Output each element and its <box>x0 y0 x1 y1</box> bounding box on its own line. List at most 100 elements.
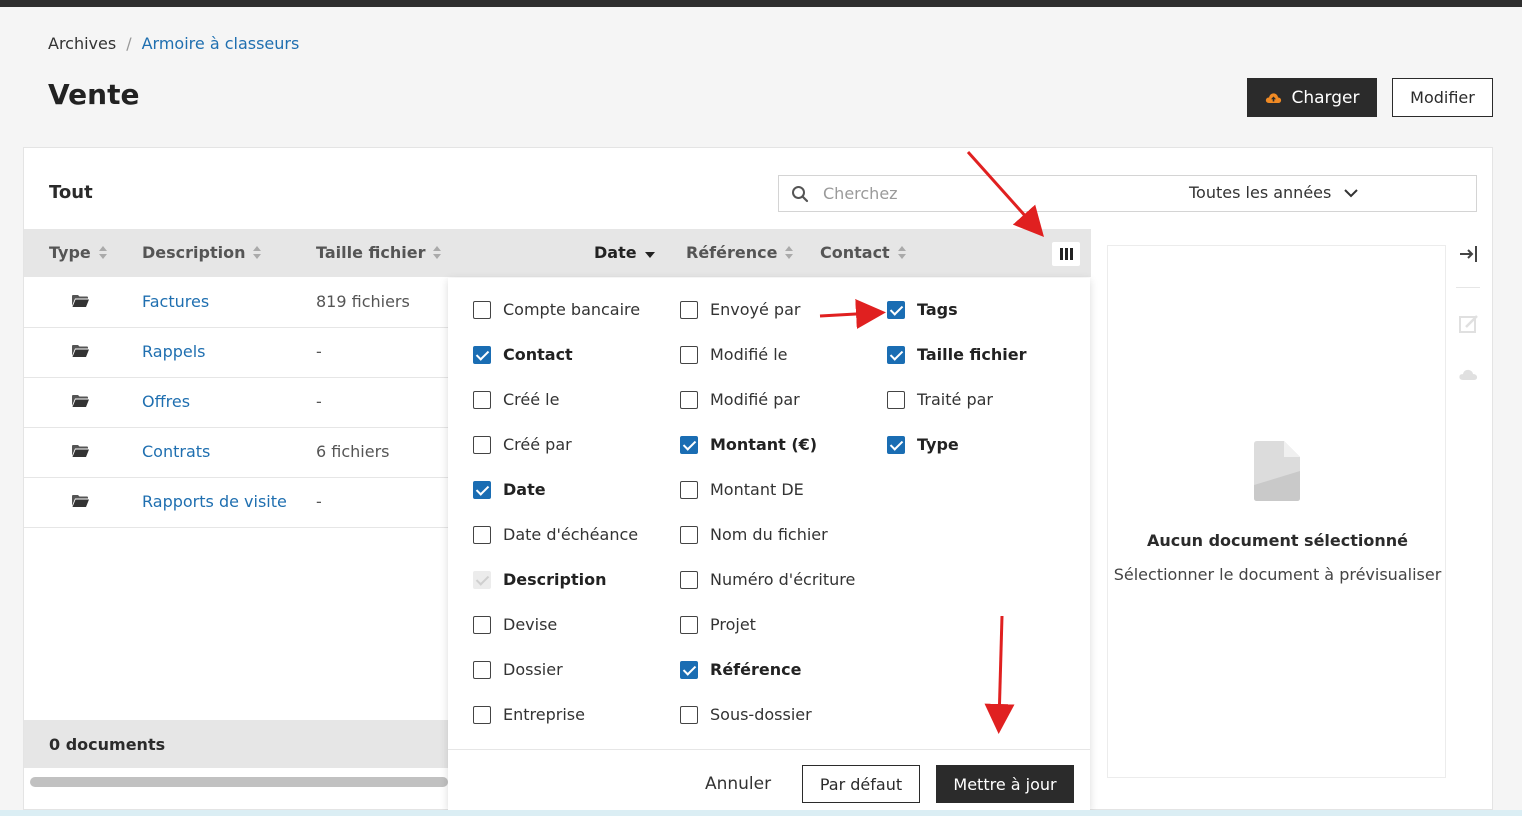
column-option[interactable]: Tags <box>887 300 958 319</box>
checkbox[interactable] <box>887 345 905 364</box>
horizontal-scrollbar[interactable] <box>30 777 448 787</box>
checkbox[interactable] <box>680 615 698 634</box>
column-header-taille-label: Taille fichier <box>316 243 426 262</box>
column-option[interactable]: Montant (€) <box>680 435 817 454</box>
checkbox[interactable] <box>473 660 491 679</box>
column-option[interactable]: Montant DE <box>680 480 804 499</box>
edit-button[interactable]: Modifier <box>1392 78 1493 117</box>
sort-icon <box>785 245 794 260</box>
column-header-contact[interactable]: Contact <box>820 243 907 262</box>
checkbox[interactable] <box>680 525 698 544</box>
column-option-label: Modifié le <box>710 345 788 364</box>
folder-icon <box>72 295 89 307</box>
column-option-label: Projet <box>710 615 756 634</box>
checkbox[interactable] <box>680 570 698 589</box>
checkbox[interactable] <box>473 345 491 364</box>
column-header-date-label: Date <box>594 243 637 262</box>
checkbox[interactable] <box>473 390 491 409</box>
column-option-label: Dossier <box>503 660 563 679</box>
search-bar <box>778 175 1477 212</box>
column-option[interactable]: Devise <box>473 615 557 634</box>
table-row[interactable]: Contrats 6 fichiers <box>24 428 448 478</box>
checkbox[interactable] <box>887 300 905 319</box>
column-option[interactable]: Envoyé par <box>680 300 800 319</box>
column-option[interactable]: Entreprise <box>473 705 585 724</box>
column-option-label: Modifié par <box>710 390 800 409</box>
column-option[interactable]: Créé le <box>473 390 559 409</box>
column-option[interactable]: Compte bancaire <box>473 300 640 319</box>
column-header-date[interactable]: Date <box>594 243 655 262</box>
upload-button[interactable]: Charger <box>1247 78 1377 117</box>
column-header-type[interactable]: Type <box>49 243 108 262</box>
row-size: 819 fichiers <box>316 292 410 311</box>
column-option[interactable]: Type <box>887 435 959 454</box>
column-option[interactable]: Modifié le <box>680 345 788 364</box>
breadcrumb-archives[interactable]: Archives <box>48 34 116 53</box>
checkbox[interactable] <box>680 660 698 679</box>
breadcrumb-armoire[interactable]: Armoire à classeurs <box>142 34 300 53</box>
year-filter-select[interactable]: Toutes les années <box>1189 183 1359 202</box>
list-title: Tout <box>49 182 93 203</box>
checkbox[interactable] <box>680 480 698 499</box>
checkbox[interactable] <box>680 390 698 409</box>
column-option[interactable]: Contact <box>473 345 573 364</box>
column-option-label: Compte bancaire <box>503 300 641 319</box>
update-button[interactable]: Mettre à jour <box>936 765 1074 803</box>
column-option-label: Tags <box>917 300 958 319</box>
column-option[interactable]: Référence <box>680 660 801 679</box>
column-option[interactable]: Créé par <box>473 435 572 454</box>
checkbox[interactable] <box>680 435 698 454</box>
checkbox[interactable] <box>680 345 698 364</box>
checkbox[interactable] <box>680 300 698 319</box>
checkbox[interactable] <box>473 525 491 544</box>
checkbox[interactable] <box>473 300 491 319</box>
column-option-label: Description <box>503 570 607 589</box>
checkbox[interactable] <box>473 480 491 499</box>
table-row[interactable]: Rapports de visite - <box>24 478 448 528</box>
checkbox[interactable] <box>887 390 905 409</box>
checkbox[interactable] <box>473 615 491 634</box>
table-row[interactable]: Rappels - <box>24 328 448 378</box>
row-name[interactable]: Rapports de visite <box>142 492 287 511</box>
column-option[interactable]: Dossier <box>473 660 563 679</box>
column-option[interactable]: Numéro d'écriture <box>680 570 855 589</box>
reset-default-button[interactable]: Par défaut <box>802 765 920 803</box>
columns-picker-button[interactable] <box>1052 242 1080 266</box>
checkbox[interactable] <box>680 705 698 724</box>
row-name[interactable]: Rappels <box>142 342 206 361</box>
row-name[interactable]: Contrats <box>142 442 210 461</box>
column-option[interactable]: Modifié par <box>680 390 800 409</box>
collapse-panel-icon[interactable] <box>1458 243 1480 265</box>
checkbox[interactable] <box>473 705 491 724</box>
columns-icon <box>1059 248 1063 260</box>
column-option[interactable]: Taille fichier <box>887 345 1026 364</box>
year-filter-value: Toutes les années <box>1189 183 1332 202</box>
edit-icon[interactable] <box>1458 313 1480 335</box>
table-header: Type Description Taille fichier Date Réf… <box>24 229 1091 277</box>
column-option[interactable]: Projet <box>680 615 756 634</box>
column-header-reference[interactable]: Référence <box>686 243 794 262</box>
row-name[interactable]: Factures <box>142 292 209 311</box>
row-name[interactable]: Offres <box>142 392 190 411</box>
column-header-description[interactable]: Description <box>142 243 262 262</box>
checkbox[interactable] <box>887 435 905 454</box>
column-option[interactable]: Nom du fichier <box>680 525 828 544</box>
column-option[interactable]: Sous-dossier <box>680 705 812 724</box>
column-option-label: Date <box>503 480 546 499</box>
row-size: - <box>316 392 322 411</box>
download-icon[interactable] <box>1458 363 1480 385</box>
checkbox[interactable] <box>473 435 491 454</box>
search-input[interactable] <box>823 184 1163 203</box>
column-header-taille[interactable]: Taille fichier <box>316 243 442 262</box>
row-size: - <box>316 492 322 511</box>
folder-icon <box>72 345 89 357</box>
row-size: 6 fichiers <box>316 442 390 461</box>
column-option[interactable]: Traité par <box>887 390 993 409</box>
column-option[interactable]: Date <box>473 480 546 499</box>
column-option[interactable]: Date d'échéance <box>473 525 638 544</box>
cancel-button[interactable]: Annuler <box>697 765 779 803</box>
sort-desc-icon <box>644 251 655 258</box>
column-header-contact-label: Contact <box>820 243 890 262</box>
table-row[interactable]: Offres - <box>24 378 448 428</box>
table-row[interactable]: Factures 819 fichiers <box>24 278 448 328</box>
